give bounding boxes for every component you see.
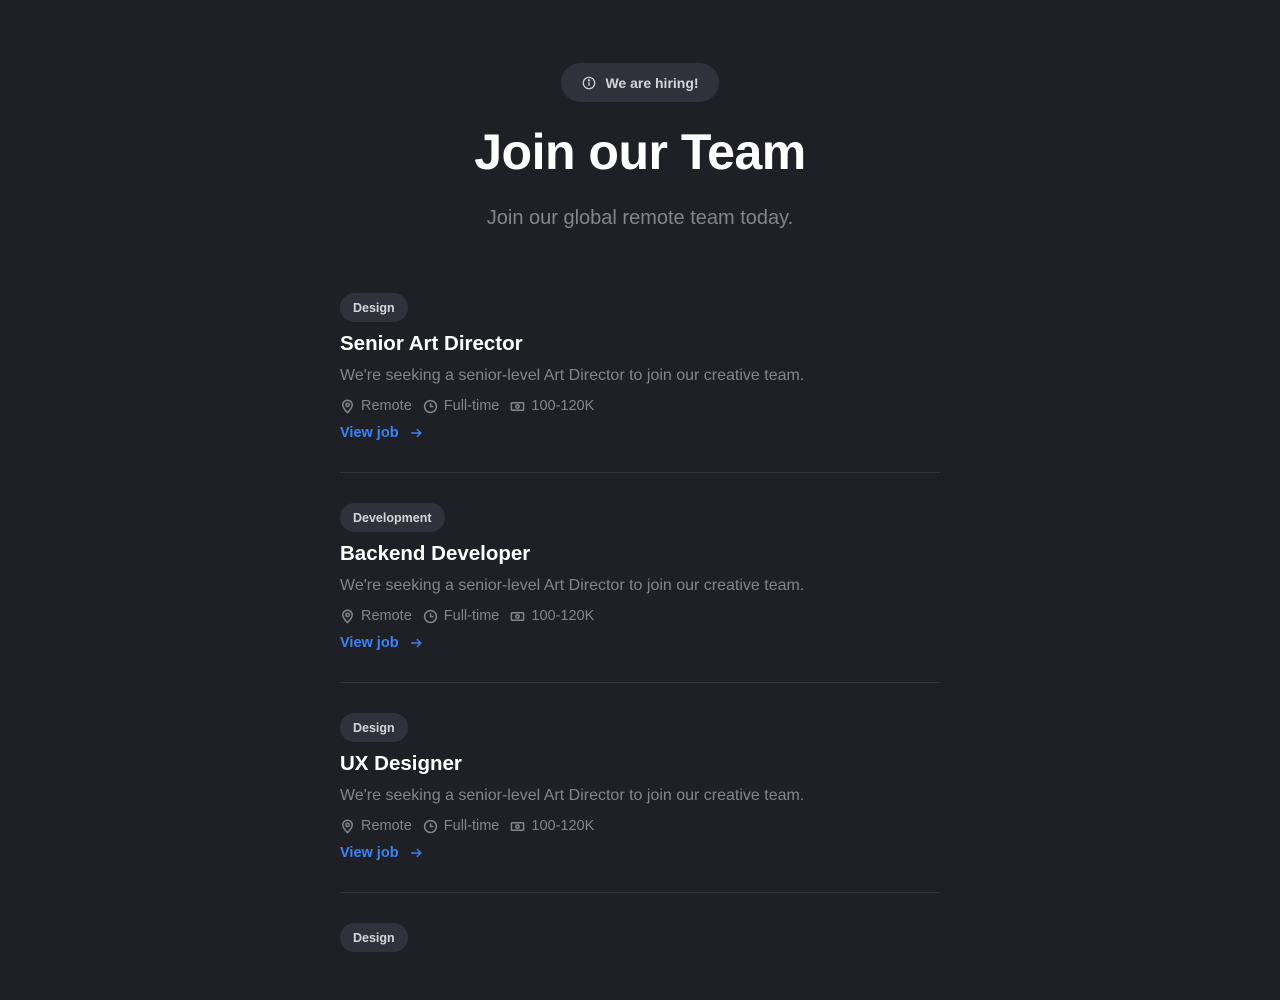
- job-description: We're seeking a senior-level Art Directo…: [340, 787, 805, 804]
- job-listing: Development Backend Developer We're seek…: [340, 503, 940, 683]
- clock-icon: [423, 399, 437, 413]
- job-listing: Design Senior Art Director We're seeking…: [340, 293, 940, 473]
- map-pin-icon: [342, 609, 353, 624]
- category-tag: Design: [340, 923, 408, 952]
- job-location: Remote: [340, 608, 412, 624]
- job-listing: Design UX Designer We're seeking a senio…: [340, 713, 940, 893]
- clock-icon: [423, 609, 437, 623]
- job-type-label: Full-time: [443, 398, 500, 414]
- hero-section: We are hiring! Join our Team Join our gl…: [0, 0, 1280, 231]
- hiring-badge-label: We are hiring!: [605, 74, 699, 91]
- banknote-icon: [511, 611, 525, 621]
- job-type: Full-time: [423, 818, 500, 834]
- job-type-label: Full-time: [443, 608, 500, 624]
- job-description: We're seeking a senior-level Art Directo…: [340, 367, 805, 384]
- view-job-label: View job: [340, 635, 399, 651]
- category-tag: Development: [340, 503, 445, 532]
- banknote-icon: [511, 401, 525, 411]
- job-location-label: Remote: [361, 608, 412, 624]
- job-salary-label: 100-120K: [531, 398, 595, 414]
- job-description: We're seeking a senior-level Art Directo…: [340, 577, 805, 594]
- hiring-badge: We are hiring!: [561, 63, 719, 102]
- job-location: Remote: [340, 818, 412, 834]
- job-meta: Remote Full-time 100-120K: [340, 608, 940, 624]
- arrow-right-icon: [410, 638, 422, 648]
- view-job-label: View job: [340, 425, 399, 441]
- job-salary: 100-120K: [510, 818, 594, 834]
- map-pin-icon: [342, 819, 353, 834]
- job-meta: Remote Full-time 100-120K: [340, 818, 940, 834]
- job-location-label: Remote: [361, 398, 412, 414]
- job-location-label: Remote: [361, 818, 412, 834]
- category-tag: Design: [340, 713, 408, 742]
- job-type-label: Full-time: [443, 818, 500, 834]
- banknote-icon: [511, 821, 525, 831]
- job-salary: 100-120K: [510, 608, 594, 624]
- view-job-label: View job: [340, 845, 399, 861]
- job-title: UX Designer: [340, 752, 462, 775]
- job-meta: Remote Full-time 100-120K: [340, 398, 940, 414]
- job-salary: 100-120K: [510, 398, 594, 414]
- job-salary-label: 100-120K: [531, 818, 595, 834]
- page-title: Join our Team: [474, 124, 806, 180]
- job-title: Senior Art Director: [340, 332, 523, 355]
- view-job-link[interactable]: View job: [340, 425, 423, 441]
- category-tag: Design: [340, 293, 408, 322]
- job-location: Remote: [340, 398, 412, 414]
- view-job-link[interactable]: View job: [340, 635, 423, 651]
- job-title: Backend Developer: [340, 542, 531, 565]
- job-salary-label: 100-120K: [531, 608, 595, 624]
- map-pin-icon: [342, 399, 353, 414]
- job-type: Full-time: [423, 398, 500, 414]
- job-type: Full-time: [423, 608, 500, 624]
- arrow-right-icon: [410, 848, 422, 858]
- job-listing: Design: [340, 923, 940, 982]
- view-job-link[interactable]: View job: [340, 845, 423, 861]
- clock-icon: [423, 819, 437, 833]
- page-subtitle: Join our global remote team today.: [486, 207, 794, 229]
- job-list: Design Senior Art Director We're seeking…: [340, 231, 940, 982]
- info-icon: [583, 76, 596, 89]
- arrow-right-icon: [410, 428, 422, 438]
